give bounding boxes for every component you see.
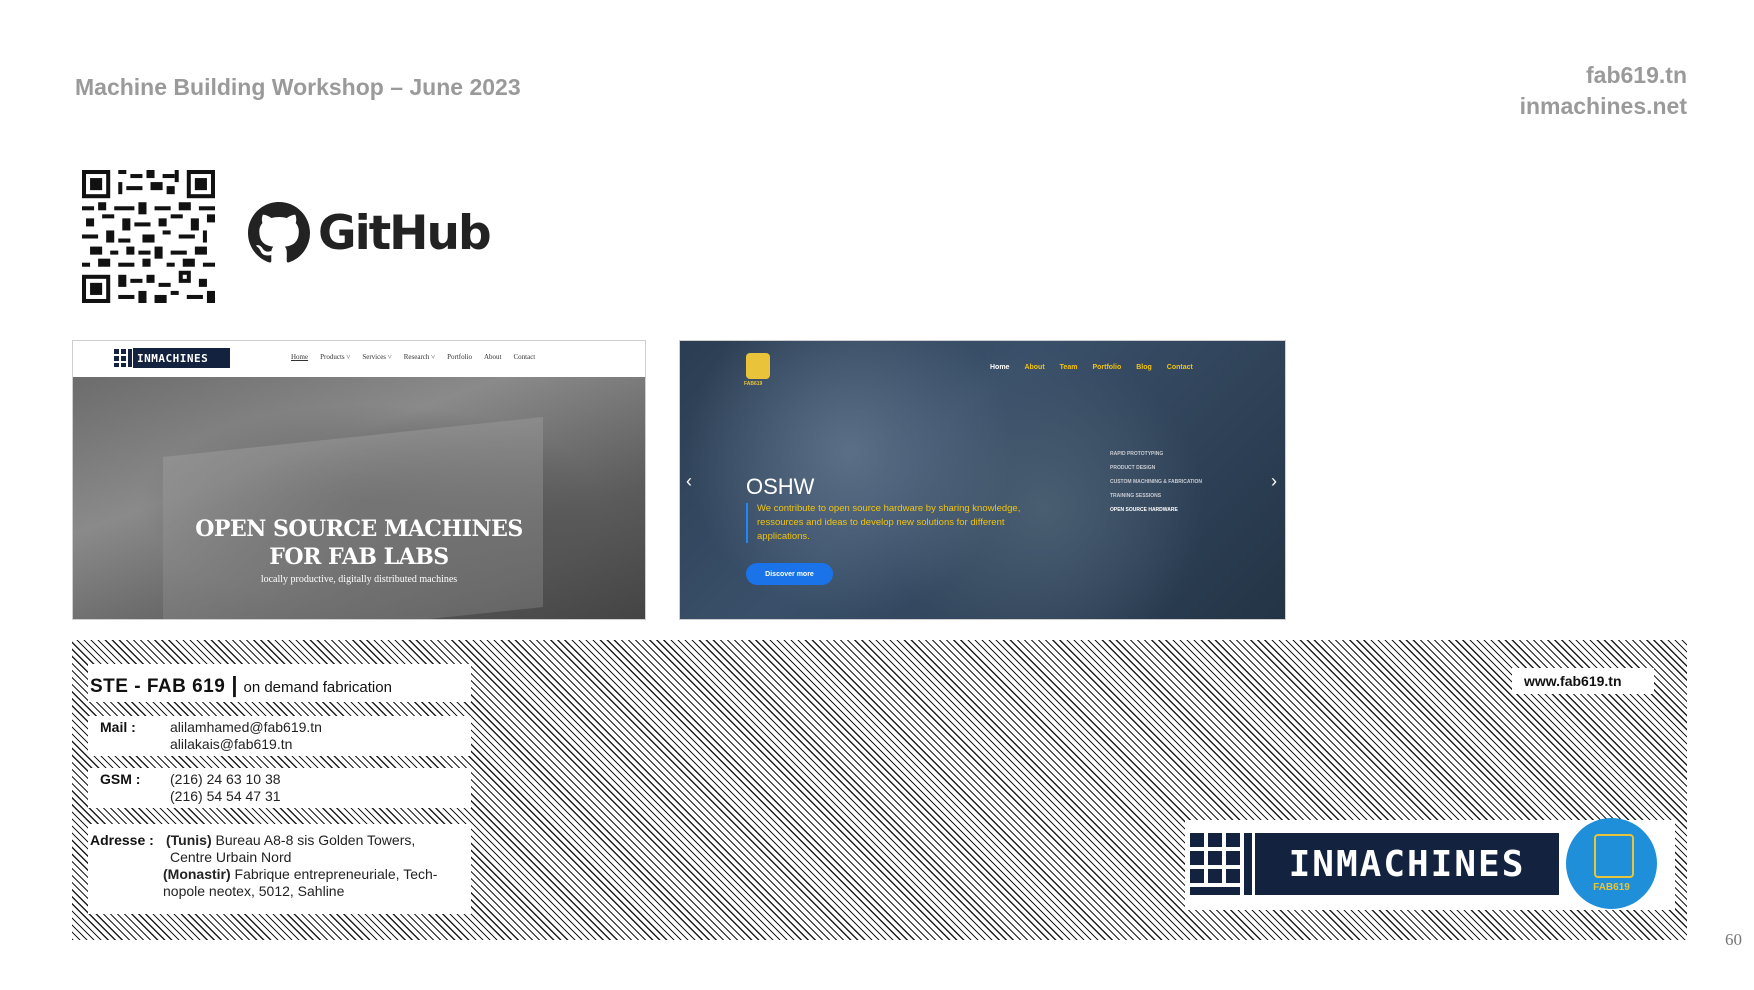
fab-nav-home[interactable]: Home <box>990 364 1009 371</box>
phone-number[interactable]: (216) 24 63 10 38 <box>170 771 281 788</box>
address-panel: Adresse : (Tunis) Bureau A8-8 sis Golden… <box>88 824 471 914</box>
inmachines-navbar: INMACHINES Home Products ˅ Services ˅ Re… <box>73 341 645 377</box>
hero-heading: OPEN SOURCE MACHINES FOR FAB LABS <box>195 516 523 570</box>
slide-title: Machine Building Workshop – June 2023 <box>75 74 521 100</box>
mail-panel: Mail : alilamhamed@fab619.tn alilakais@f… <box>88 716 471 756</box>
fab619-website-screenshot: FAB619 Home About Team Portfolio Blog Co… <box>679 340 1286 620</box>
inmachines-wordmark[interactable]: INMACHINES <box>1255 833 1559 895</box>
email-address[interactable]: alilakais@fab619.tn <box>170 736 322 753</box>
inmachines-hero: OPEN SOURCE MACHINES FOR FAB LABS locall… <box>73 377 645 619</box>
github-wordmark: GitHub <box>318 205 492 261</box>
nav-products[interactable]: Products ˅ <box>320 353 350 361</box>
inmachines-logo-text: INMACHINES <box>137 351 209 365</box>
phone-number[interactable]: (216) 54 54 47 31 <box>170 788 281 805</box>
service-item[interactable]: RAPID PROTOTYPING <box>1110 447 1202 461</box>
chevron-right-icon[interactable]: › <box>1271 471 1277 492</box>
fab-nav-contact[interactable]: Contact <box>1167 364 1193 371</box>
fab619-cube-icon <box>1594 834 1634 878</box>
inmachines-logo[interactable]: INMACHINES <box>113 348 230 368</box>
fab-nav-team[interactable]: Team <box>1060 364 1078 371</box>
chevron-left-icon[interactable]: ‹ <box>686 471 692 492</box>
nav-contact[interactable]: Contact <box>513 353 535 361</box>
address-city: (Tunis) <box>166 832 212 848</box>
fab619-logo-label: FAB619 <box>1593 882 1630 893</box>
address-line: Centre Urbain Nord <box>170 849 292 865</box>
gsm-label: GSM : <box>100 771 141 787</box>
fab619-menu: Home About Team Portfolio Blog Contact <box>990 364 1193 371</box>
address-label: Adresse : <box>90 832 154 848</box>
nav-home[interactable]: Home <box>291 353 308 361</box>
page-number: 60 <box>1725 930 1742 949</box>
mail-label: Mail : <box>100 719 136 735</box>
address-line: (Monastir) Fabrique entrepreneuriale, Te… <box>163 866 438 882</box>
nav-services[interactable]: Services ˅ <box>362 353 391 361</box>
fab619-logo-text: FAB619 <box>744 381 763 387</box>
site-link-inmachines[interactable]: inmachines.net <box>1520 91 1687 122</box>
inmachines-grid-icon <box>1190 833 1252 895</box>
grid-logo-icon <box>113 348 133 368</box>
email-address[interactable]: alilamhamed@fab619.tn <box>170 719 322 736</box>
services-list: RAPID PROTOTYPING PRODUCT DESIGN CUSTOM … <box>1110 447 1202 517</box>
service-item[interactable]: PRODUCT DESIGN <box>1110 461 1202 475</box>
nav-portfolio[interactable]: Portfolio <box>447 353 472 361</box>
discover-more-button[interactable]: Discover more <box>746 563 833 585</box>
accent-bar <box>746 503 748 543</box>
fab619-cube-icon[interactable] <box>746 353 770 379</box>
service-item[interactable]: CUSTOM MACHINING & FABRICATION <box>1110 475 1202 489</box>
github-octocat-icon <box>248 202 310 263</box>
fab-nav-portfolio[interactable]: Portfolio <box>1092 364 1121 371</box>
title-separator: | <box>231 672 238 697</box>
nav-about[interactable]: About <box>484 353 502 361</box>
website-panel: www.fab619.tn <box>1512 668 1654 694</box>
fab-nav-blog[interactable]: Blog <box>1136 364 1152 371</box>
hero-subtitle: locally productive, digitally distribute… <box>260 574 458 585</box>
company-tagline: on demand fabrication <box>243 679 392 696</box>
address-line: nopole neotex, 5012, Sahline <box>163 883 345 899</box>
address-line: (Tunis) Bureau A8-8 sis Golden Towers, <box>166 832 416 848</box>
company-name: STE - FAB 619 <box>90 676 226 697</box>
card-title-panel: STE - FAB 619 | on demand fabrication <box>88 664 471 702</box>
inmachines-menu: Home Products ˅ Services ˅ Research ˅ Po… <box>291 353 535 361</box>
inmachines-website-screenshot: INMACHINES Home Products ˅ Services ˅ Re… <box>72 340 646 620</box>
github-logo[interactable]: GitHub <box>248 202 492 264</box>
website-link[interactable]: www.fab619.tn <box>1524 673 1622 689</box>
nav-research[interactable]: Research ˅ <box>404 353 435 361</box>
fab-nav-about[interactable]: About <box>1024 364 1044 371</box>
slide-heading: OSHW <box>746 474 815 499</box>
qr-code-icon <box>82 170 215 303</box>
address-city: (Monastir) <box>163 866 231 882</box>
site-link-fab619[interactable]: fab619.tn <box>1520 60 1687 91</box>
service-item[interactable]: OPEN SOURCE HARDWARE <box>1110 503 1202 517</box>
gsm-panel: GSM : (216) 24 63 10 38 (216) 54 54 47 3… <box>88 768 471 808</box>
fab619-circle-logo[interactable]: FAB619 <box>1566 818 1657 909</box>
slide-description: We contribute to open source hardware by… <box>757 503 1021 542</box>
service-item[interactable]: TRAINING SESSIONS <box>1110 489 1202 503</box>
site-links: fab619.tn inmachines.net <box>1520 60 1687 122</box>
